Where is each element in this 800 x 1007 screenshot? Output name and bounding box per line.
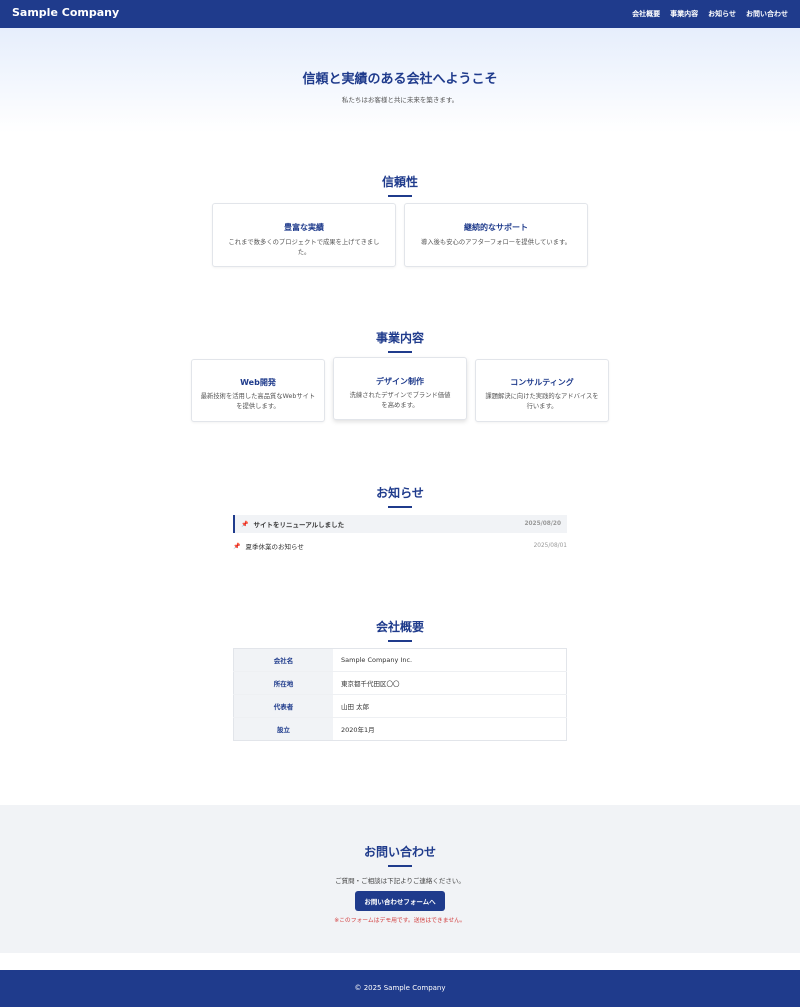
contact-text: ご質問・ご相談は下記よりご連絡ください。: [335, 877, 465, 885]
demo-note: ※このフォームはデモ用です。送信はできません。: [334, 918, 466, 924]
hero-title: 信頼と実績のある会社へようこそ: [302, 72, 498, 87]
card-text: 洗練されたデザインでブランド価値を高めます。: [349, 392, 451, 409]
row-key: 代表者: [233, 694, 333, 718]
row-key: 所在地: [233, 671, 333, 695]
card-title: 豊富な実績: [284, 223, 324, 232]
news-text: サイトをリニューアルしました: [253, 521, 345, 529]
business-title: 事業内容: [0, 329, 800, 353]
contact-section: お問い合わせ ご質問・ご相談は下記よりご連絡ください。 お問い合わせフォームへ …: [0, 805, 800, 953]
table-row: 代表者 山田 太郎: [233, 694, 567, 718]
row-value: 2020年1月: [341, 726, 375, 734]
card-title: Web開発: [240, 378, 276, 387]
news-item[interactable]: 📌 夏季休業のお知らせ 2025/08/01: [233, 537, 567, 555]
news-date: 2025/08/20: [524, 521, 561, 527]
news-title: お知らせ: [0, 484, 800, 508]
pin-icon: 📌: [233, 542, 241, 550]
card-text: 導入後も安心のアフターフォローを提供しています。: [421, 239, 571, 246]
site-logo[interactable]: Sample Company: [12, 6, 119, 19]
nav-news[interactable]: お知らせ: [708, 9, 736, 19]
table-row: 設立 2020年1月: [233, 717, 567, 741]
table-row: 所在地 東京都千代田区〇〇: [233, 671, 567, 695]
news-text: 夏季休業のお知らせ: [245, 543, 304, 551]
nav-business[interactable]: 事業内容: [670, 9, 698, 19]
row-key: 設立: [233, 717, 333, 741]
service-card: デザイン制作 洗練されたデザインでブランド価値を高めます。: [333, 357, 467, 420]
row-value: 山田 太郎: [333, 694, 567, 718]
service-card: コンサルティング 課題解決に向けた実践的なアドバイスを行います。: [475, 359, 609, 422]
card-title: デザイン制作: [376, 377, 424, 386]
row-key: 会社名: [233, 648, 333, 672]
contact-title: お問い合わせ: [0, 843, 800, 867]
card-text: 最新技術を活用した高品質なWebサイトを提供します。: [200, 393, 316, 410]
nav-company[interactable]: 会社概要: [632, 9, 660, 19]
card-title: 継続的なサポート: [464, 223, 528, 232]
hero-section: 信頼と実績のある会社へようこそ 私たちはお客様と共に未来を築きます。: [0, 28, 800, 133]
company-title: 会社概要: [0, 618, 800, 642]
copyright: © 2025 Sample Company: [354, 984, 446, 992]
nav-contact[interactable]: お問い合わせ: [746, 9, 788, 19]
reliability-card: 豊富な実績 これまで数多くのプロジェクトで成果を上げてきました。: [212, 203, 396, 267]
card-text: 課題解決に向けた実践的なアドバイスを行います。: [485, 393, 599, 410]
contact-form-button[interactable]: お問い合わせフォームへ: [355, 891, 445, 911]
row-value: 東京都千代田区〇〇: [333, 671, 567, 695]
site-header: Sample Company 会社概要 事業内容 お知らせ お問い合わせ: [0, 0, 800, 28]
company-info-table: 会社名 Sample Company Inc. 所在地 東京都千代田区〇〇 代表…: [233, 648, 567, 741]
reliability-title: 信頼性: [0, 173, 800, 197]
site-footer: © 2025 Sample Company: [0, 970, 800, 1007]
pin-icon: 📌: [241, 520, 249, 528]
hero-subtitle: 私たちはお客様と共に未来を築きます。: [341, 96, 459, 104]
row-value: Sample Company Inc.: [333, 648, 567, 672]
news-date: 2025/08/01: [533, 543, 567, 549]
news-item[interactable]: 📌 サイトをリニューアルしました 2025/08/20: [233, 515, 567, 533]
reliability-card: 継続的なサポート 導入後も安心のアフターフォローを提供しています。: [404, 203, 588, 267]
main-nav: 会社概要 事業内容 お知らせ お問い合わせ: [632, 9, 788, 19]
card-text: これまで数多くのプロジェクトで成果を上げてきました。: [228, 239, 380, 256]
card-title: コンサルティング: [510, 378, 574, 387]
service-card: Web開発 最新技術を活用した高品質なWebサイトを提供します。: [191, 359, 325, 422]
table-row: 会社名 Sample Company Inc.: [233, 648, 567, 672]
